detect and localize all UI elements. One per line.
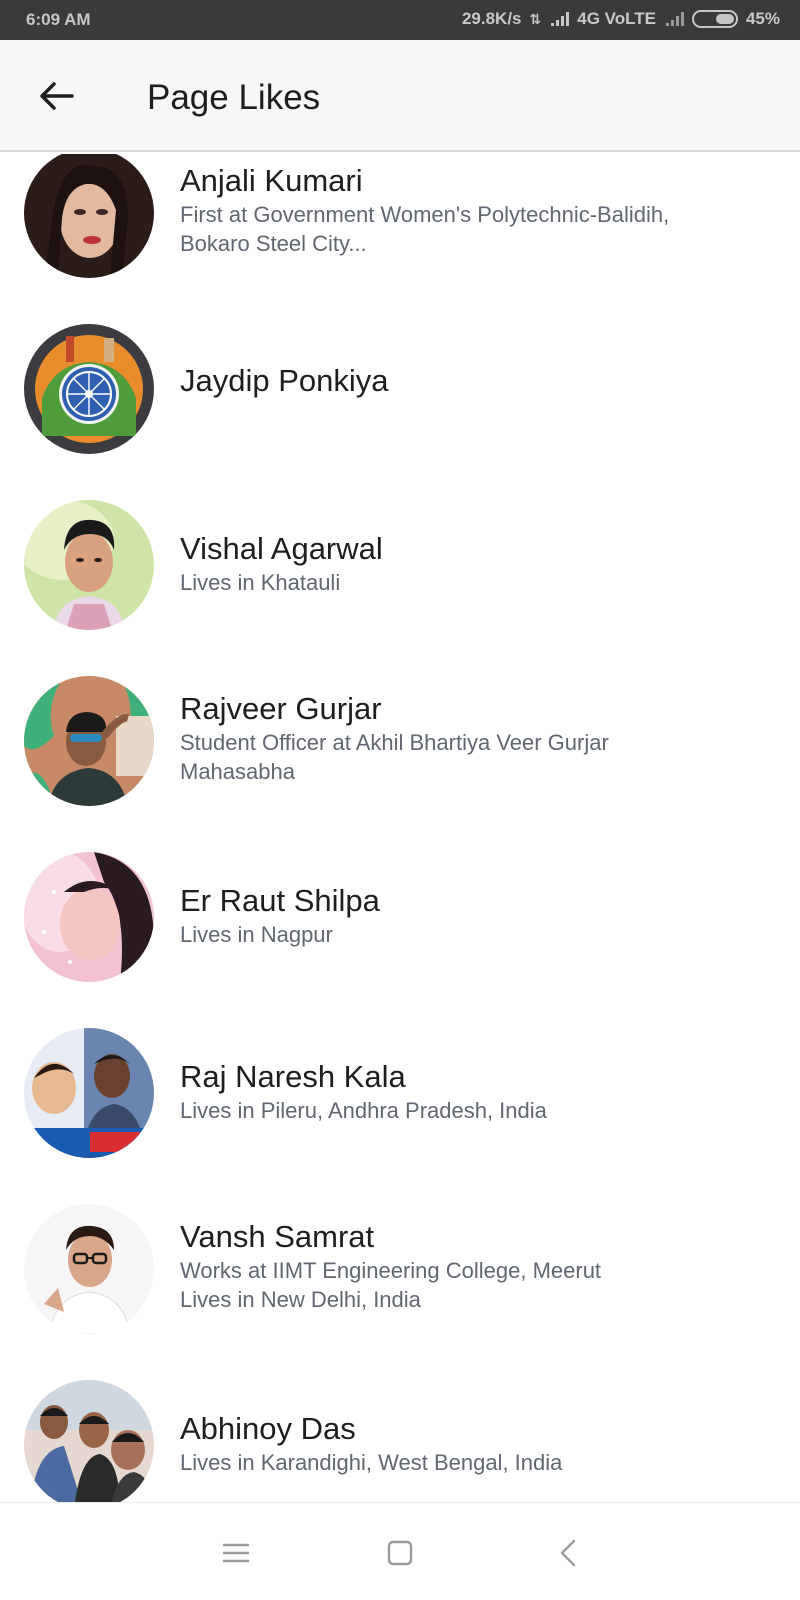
text-block: Jaydip Ponkiya	[180, 362, 760, 400]
status-bar: 6:09 AM 29.8K/s ⇅ 4G VoLTE 45%	[0, 0, 800, 40]
system-nav-bar	[0, 1502, 800, 1600]
profile-photo	[24, 852, 154, 982]
person-name: Abhinoy Das	[180, 1411, 356, 1446]
avatar[interactable]	[24, 676, 154, 806]
person-name: Rajveer Gurjar	[180, 691, 382, 726]
list-item[interactable]: Vishal Agarwal Lives in Khatauli	[0, 500, 800, 676]
avatar[interactable]	[24, 1204, 154, 1334]
person-detail-2: Mahasabha	[180, 759, 295, 784]
person-detail-2: Bokaro Steel City...	[180, 231, 367, 256]
list-item[interactable]: Er Raut Shilpa Lives in Nagpur	[0, 852, 800, 1028]
person-detail: Lives in Nagpur	[180, 922, 333, 947]
person-detail: First at Government Women's Polytechnic-…	[180, 202, 670, 227]
person-name: Vansh Samrat	[180, 1219, 375, 1254]
profile-photo	[24, 154, 154, 278]
network-speed: 29.8K/s	[461, 9, 522, 28]
page-title: Page Likes	[147, 78, 321, 117]
status-right: 29.8K/s ⇅ 4G VoLTE 45%	[462, 9, 780, 29]
list-item[interactable]: Raj Naresh Kala Lives in Pileru, Andhra …	[0, 1028, 800, 1204]
profile-photo	[24, 1380, 154, 1502]
profile-photo	[24, 324, 154, 454]
person-detail: Student Officer at Akhil Bhartiya Veer G…	[180, 730, 609, 755]
profile-photo	[24, 1028, 154, 1158]
person-name: Raj Naresh Kala	[180, 1059, 406, 1094]
text-block: Anjali Kumari First at Government Women'…	[180, 162, 760, 258]
text-block: Raj Naresh Kala Lives in Pileru, Andhra …	[180, 1058, 760, 1125]
nav-back-button[interactable]	[538, 1523, 598, 1583]
menu-icon	[223, 1543, 249, 1563]
data-arrows-icon: ⇅	[529, 10, 542, 27]
person-detail: Works at IIMT Engineering College, Meeru…	[180, 1258, 602, 1283]
text-block: Vansh Samrat Works at IIMT Engineering C…	[180, 1218, 760, 1314]
avatar[interactable]	[24, 154, 154, 278]
signal-icon-2	[665, 12, 684, 26]
person-detail: Lives in Khatauli	[180, 570, 341, 595]
menu-button[interactable]	[206, 1523, 266, 1583]
arrow-left-icon	[40, 82, 74, 110]
list-item[interactable]: Jaydip Ponkiya	[0, 324, 800, 500]
person-name: Anjali Kumari	[180, 163, 363, 198]
list-item[interactable]: Abhinoy Das Lives in Karandighi, West Be…	[0, 1380, 800, 1502]
avatar[interactable]	[24, 1380, 154, 1502]
list-item[interactable]: Anjali Kumari First at Government Women'…	[0, 154, 800, 324]
text-block: Rajveer Gurjar Student Officer at Akhil …	[180, 690, 760, 786]
avatar[interactable]	[24, 500, 154, 630]
text-block: Er Raut Shilpa Lives in Nagpur	[180, 882, 760, 949]
avatar[interactable]	[24, 852, 154, 982]
status-time: 6:09 AM	[26, 10, 91, 29]
person-detail: Lives in Karandighi, West Bengal, India	[180, 1450, 563, 1475]
back-chevron-icon	[560, 1539, 576, 1567]
app-header: Page Likes	[0, 40, 800, 152]
text-block: Abhinoy Das Lives in Karandighi, West Be…	[180, 1410, 760, 1477]
person-name: Er Raut Shilpa	[180, 883, 380, 918]
person-detail-2: Lives in New Delhi, India	[180, 1287, 421, 1312]
list-item[interactable]: Rajveer Gurjar Student Officer at Akhil …	[0, 676, 800, 852]
home-button[interactable]	[370, 1523, 430, 1583]
person-detail: Lives in Pileru, Andhra Pradesh, India	[180, 1098, 547, 1123]
page-likes-list: Anjali Kumari First at Government Women'…	[0, 154, 800, 1502]
network-type: 4G VoLTE	[577, 9, 656, 28]
profile-photo	[24, 676, 154, 806]
avatar[interactable]	[24, 1028, 154, 1158]
profile-photo	[24, 1204, 154, 1334]
profile-photo	[24, 500, 154, 630]
home-square-icon	[387, 1540, 413, 1566]
battery-icon	[691, 10, 738, 28]
text-block: Vishal Agarwal Lives in Khatauli	[180, 530, 760, 597]
list-item[interactable]: Vansh Samrat Works at IIMT Engineering C…	[0, 1204, 800, 1380]
avatar[interactable]	[24, 324, 154, 454]
back-button[interactable]	[30, 70, 82, 122]
battery-percent: 45%	[745, 9, 780, 28]
person-name: Vishal Agarwal	[180, 531, 383, 566]
signal-icon	[551, 12, 570, 26]
person-name: Jaydip Ponkiya	[180, 363, 389, 398]
